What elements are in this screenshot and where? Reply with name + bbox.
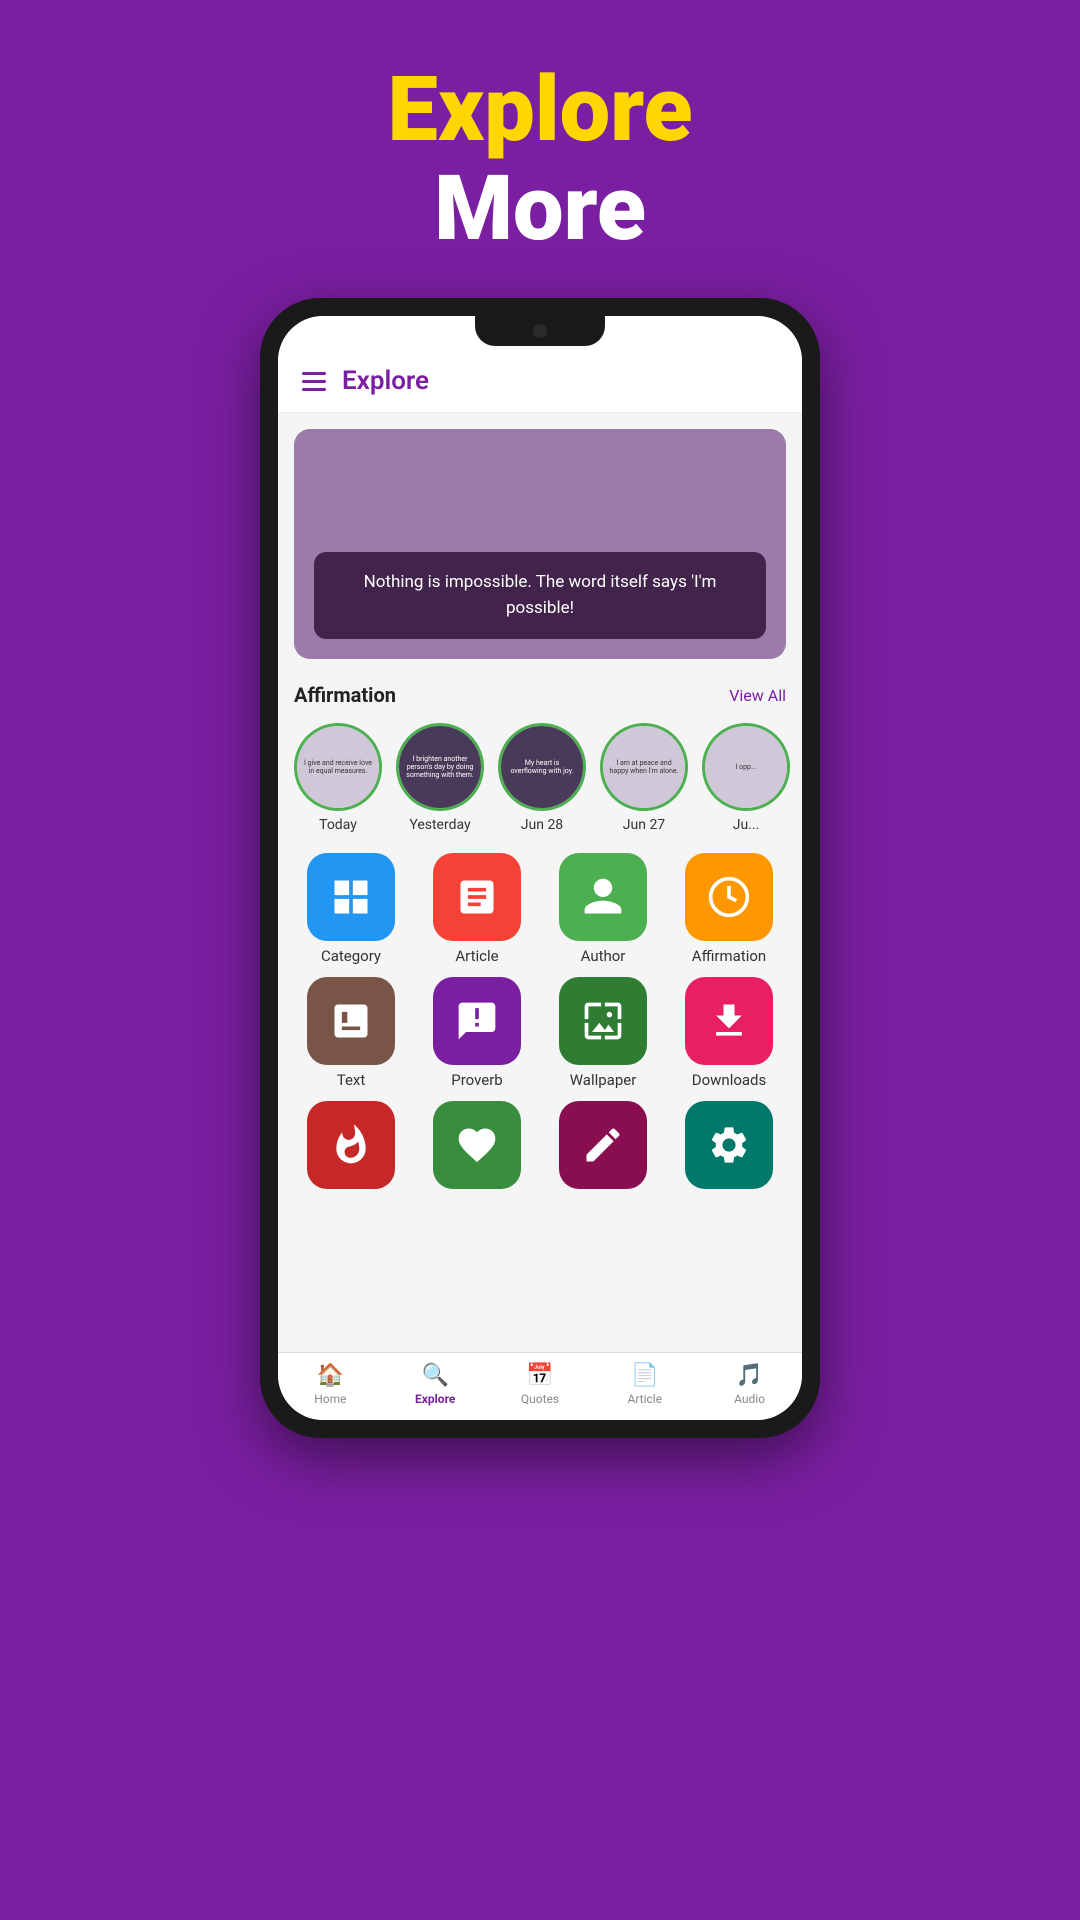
affirmation-label-yesterday: Yesterday (409, 817, 470, 833)
category-icon (329, 875, 373, 919)
nav-audio-label: Audio (734, 1392, 765, 1406)
grid-row-1: Category Article Author (294, 853, 786, 965)
banner-quote: Nothing is impossible. The word itself s… (336, 570, 744, 621)
nav-home-label: Home (314, 1392, 346, 1406)
nav-home[interactable]: 🏠 Home (290, 1363, 370, 1406)
page-header: Explore More (387, 60, 692, 258)
proverb-icon-bg (433, 977, 521, 1065)
downloads-icon (707, 999, 751, 1043)
settings-icon (707, 1123, 751, 1167)
explore-icon: 🔍 (421, 1363, 448, 1388)
edit-icon-bg (559, 1101, 647, 1189)
edit-icon (581, 1123, 625, 1167)
phone-screen: Explore Nothing is impossible. The word … (278, 316, 802, 1420)
grid-item-affirmation[interactable]: Affirmation (672, 853, 786, 965)
affirmation-circle-jun27: I am at peace and happy when I'm alone. (600, 723, 688, 811)
article-icon (455, 875, 499, 919)
fire-icon-bg (307, 1101, 395, 1189)
audio-icon: 🎵 (736, 1363, 763, 1388)
grid-item-category[interactable]: Category (294, 853, 408, 965)
header-line1: Explore (387, 60, 692, 159)
affirmation-circle-yesterday: I brighten another person's day by doing… (396, 723, 484, 811)
category-label: Category (321, 947, 381, 965)
grid-item-text[interactable]: Text (294, 977, 408, 1089)
view-all-link[interactable]: View All (729, 686, 786, 705)
affirmation-title: Affirmation (294, 683, 396, 707)
screen-title: Explore (342, 366, 429, 396)
hamburger-menu[interactable] (302, 372, 326, 391)
affirmation-label-today: Today (319, 817, 357, 833)
author-icon (581, 875, 625, 919)
settings-icon-bg (685, 1101, 773, 1189)
category-icon-bg (307, 853, 395, 941)
grid-item-article[interactable]: Article (420, 853, 534, 965)
affirmation-icon (707, 875, 751, 919)
article-label: Article (455, 947, 498, 965)
notch-camera (533, 324, 547, 338)
nav-quotes[interactable]: 📅 Quotes (500, 1363, 580, 1406)
grid-item-downloads[interactable]: Downloads (672, 977, 786, 1089)
quotes-icon: 📅 (526, 1363, 553, 1388)
proverb-icon (455, 999, 499, 1043)
nav-audio[interactable]: 🎵 Audio (710, 1363, 790, 1406)
affirmation-section-header: Affirmation View All (278, 675, 802, 715)
header-line2: More (387, 159, 692, 258)
affirmation-label-jun27: Jun 27 (623, 817, 665, 833)
nav-explore-label: Explore (415, 1392, 455, 1406)
downloads-label: Downloads (692, 1071, 767, 1089)
affirmation-circle-today: I give and receive love in equal measure… (294, 723, 382, 811)
grid-row-2: Text Proverb Wallpaper (294, 977, 786, 1089)
nav-quotes-label: Quotes (521, 1392, 559, 1406)
wallpaper-icon-bg (559, 977, 647, 1065)
affirmation-icon-bg (685, 853, 773, 941)
fire-icon (329, 1123, 373, 1167)
text-icon-bg (307, 977, 395, 1065)
phone-mockup: Explore Nothing is impossible. The word … (260, 298, 820, 1438)
affirmation-item-yesterday[interactable]: I brighten another person's day by doing… (396, 723, 484, 833)
wallpaper-icon (581, 999, 625, 1043)
heart-icon (455, 1123, 499, 1167)
text-icon (329, 999, 373, 1043)
text-label: Text (337, 1071, 366, 1089)
nav-article-label: Article (627, 1392, 662, 1406)
article-nav-icon: 📄 (631, 1363, 658, 1388)
affirmation-circle-ju: I opp... (702, 723, 790, 811)
home-icon: 🏠 (317, 1363, 344, 1388)
wallpaper-label: Wallpaper (570, 1071, 637, 1089)
affirmation-label-ju: Ju... (733, 817, 760, 833)
author-label: Author (581, 947, 626, 965)
affirmation-scroll: I give and receive love in equal measure… (278, 715, 802, 841)
affirmation-label-jun28: Jun 28 (521, 817, 563, 833)
grid-item-wallpaper[interactable]: Wallpaper (546, 977, 660, 1089)
bottom-nav: 🏠 Home 🔍 Explore 📅 Quotes 📄 Article 🎵 Au… (278, 1352, 802, 1420)
grid-item-fire[interactable] (294, 1101, 408, 1189)
affirmation-label-grid: Affirmation (692, 947, 766, 965)
phone-notch (475, 316, 605, 346)
downloads-icon-bg (685, 977, 773, 1065)
grid-row-3 (294, 1101, 786, 1189)
author-icon-bg (559, 853, 647, 941)
article-icon-bg (433, 853, 521, 941)
quote-box: Nothing is impossible. The word itself s… (314, 552, 766, 639)
grid-section: Category Article Author (278, 841, 802, 1201)
affirmation-item-today[interactable]: I give and receive love in equal measure… (294, 723, 382, 833)
proverb-label: Proverb (451, 1071, 502, 1089)
grid-item-edit[interactable] (546, 1101, 660, 1189)
affirmation-circle-jun28: My heart is overflowing with joy. (498, 723, 586, 811)
grid-item-settings[interactable] (672, 1101, 786, 1189)
banner: Nothing is impossible. The word itself s… (294, 429, 786, 659)
affirmation-item-jun27[interactable]: I am at peace and happy when I'm alone. … (600, 723, 688, 833)
grid-item-author[interactable]: Author (546, 853, 660, 965)
heart-icon-bg (433, 1101, 521, 1189)
nav-article[interactable]: 📄 Article (605, 1363, 685, 1406)
grid-item-heart[interactable] (420, 1101, 534, 1189)
affirmation-item-ju[interactable]: I opp... Ju... (702, 723, 790, 833)
nav-explore[interactable]: 🔍 Explore (395, 1363, 475, 1406)
grid-item-proverb[interactable]: Proverb (420, 977, 534, 1089)
affirmation-item-jun28[interactable]: My heart is overflowing with joy. Jun 28 (498, 723, 586, 833)
